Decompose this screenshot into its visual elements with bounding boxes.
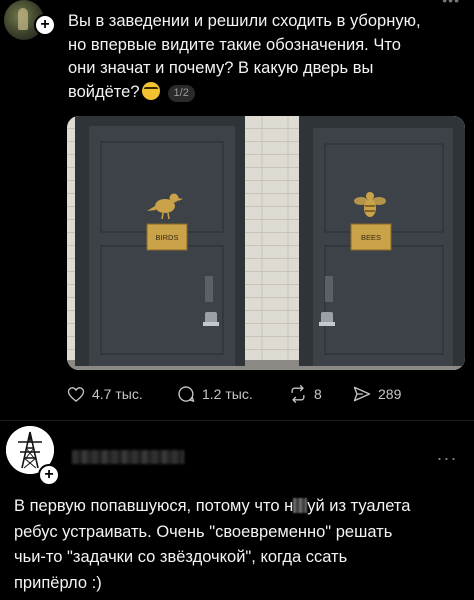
like-count: 4.7 тыс. (92, 386, 143, 402)
follow-plus-icon[interactable]: + (38, 464, 60, 486)
nerd-face-emoji-icon (141, 81, 160, 100)
post: + ••• Вы в заведении и решили сходить в … (0, 0, 474, 420)
reply-text-part: уй из туалета (307, 497, 411, 515)
post-text-line: но впервые видите такие обозначения. Что (68, 35, 401, 54)
like-button[interactable]: 4.7 тыс. (66, 384, 143, 404)
reply-text: В первую попавшуюся, потому что н уй из т… (14, 494, 470, 596)
reply-text-line: В первую попавшуюся, потому что н уй из т… (14, 494, 470, 520)
post-author[interactable]: + (4, 0, 56, 40)
share-count: 289 (378, 386, 402, 402)
doors-photo: BIRDS BEES (67, 116, 465, 370)
repost-icon (291, 385, 305, 403)
post-text-line: войдёте? (68, 82, 140, 101)
post-actions: 4.7 тыс. 1.2 тыс. 8 289 (66, 384, 466, 408)
reply-text-part: В первую попавшуюся, потому что н (14, 497, 294, 515)
repost-button[interactable]: 8 (288, 384, 322, 404)
divider (0, 420, 474, 421)
reply-text-line: припёрло :) (14, 573, 102, 592)
heart-icon (67, 387, 85, 402)
reply-text-line: чьи-то "задачки со звёздочкой", когда сс… (14, 548, 348, 566)
post-text-line: Вы в заведении и решили сходить в уборну… (68, 12, 421, 30)
share-button[interactable]: 289 (352, 384, 401, 404)
post-text-line: они значат и почему? В какую дверь вы (68, 59, 374, 77)
post-photo[interactable]: BIRDS BEES (67, 116, 465, 370)
reply: + ... В первую попавшуюся, потому что н у… (0, 426, 474, 600)
birds-sign-text: BIRDS (156, 233, 179, 242)
share-icon (353, 386, 371, 402)
blurred-username (72, 450, 184, 464)
comment-icon (178, 386, 195, 403)
post-text-line-last: войдёте? 1/2 (68, 81, 468, 105)
follow-plus-icon[interactable]: + (34, 14, 56, 36)
censored-word (293, 498, 308, 513)
repost-count: 8 (314, 386, 322, 402)
post-text: Вы в заведении и решили сходить в уборну… (68, 10, 468, 104)
comment-button[interactable]: 1.2 тыс. (176, 384, 253, 404)
more-options-icon[interactable]: ••• (442, 0, 460, 8)
more-options-icon[interactable]: ... (437, 444, 458, 465)
page-indicator: 1/2 (167, 84, 195, 102)
bees-sign-text: BEES (361, 233, 381, 242)
comment-count: 1.2 тыс. (202, 386, 253, 402)
reply-text-line: ребус устраивать. Очень "своевременно" р… (14, 522, 393, 541)
